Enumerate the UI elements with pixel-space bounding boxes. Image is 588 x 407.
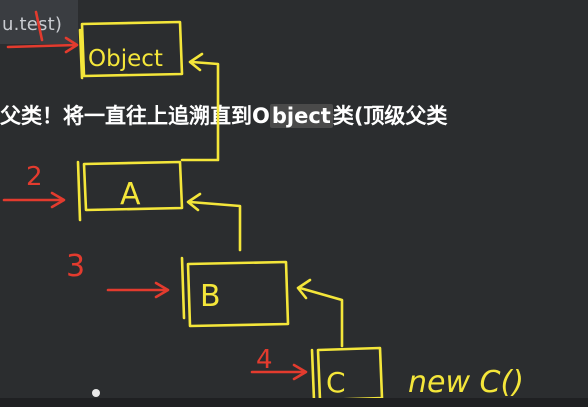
arrow-c-to-b: [296, 278, 344, 348]
node-b-number: 3: [66, 249, 85, 284]
node-c-number: 4: [256, 345, 273, 375]
node-a: 2 A: [2, 160, 184, 222]
node-object-label: Object: [88, 46, 163, 72]
node-a-number: 2: [26, 162, 43, 192]
node-c-label: C: [326, 366, 346, 399]
node-object: Object: [78, 20, 184, 80]
arrow-a-to-object: [180, 52, 220, 162]
annotation-new-c: new C(): [408, 365, 524, 400]
arrow-to-object: [6, 10, 79, 54]
node-b: 3 B: [66, 249, 290, 328]
lecture-canvas: u.test) 父类！将一直往上追溯直到Object类(顶级父类 Object …: [0, 0, 588, 407]
node-a-label: A: [120, 177, 141, 212]
handwritten-diagram: Object 2 A 3 B 4 C new C(): [2, 10, 524, 402]
node-b-label: B: [200, 279, 221, 314]
node-c: 4 C: [250, 345, 384, 402]
bottom-strip: [0, 398, 588, 407]
arrow-b-to-a: [186, 192, 242, 252]
cursor-dot: [92, 389, 100, 397]
